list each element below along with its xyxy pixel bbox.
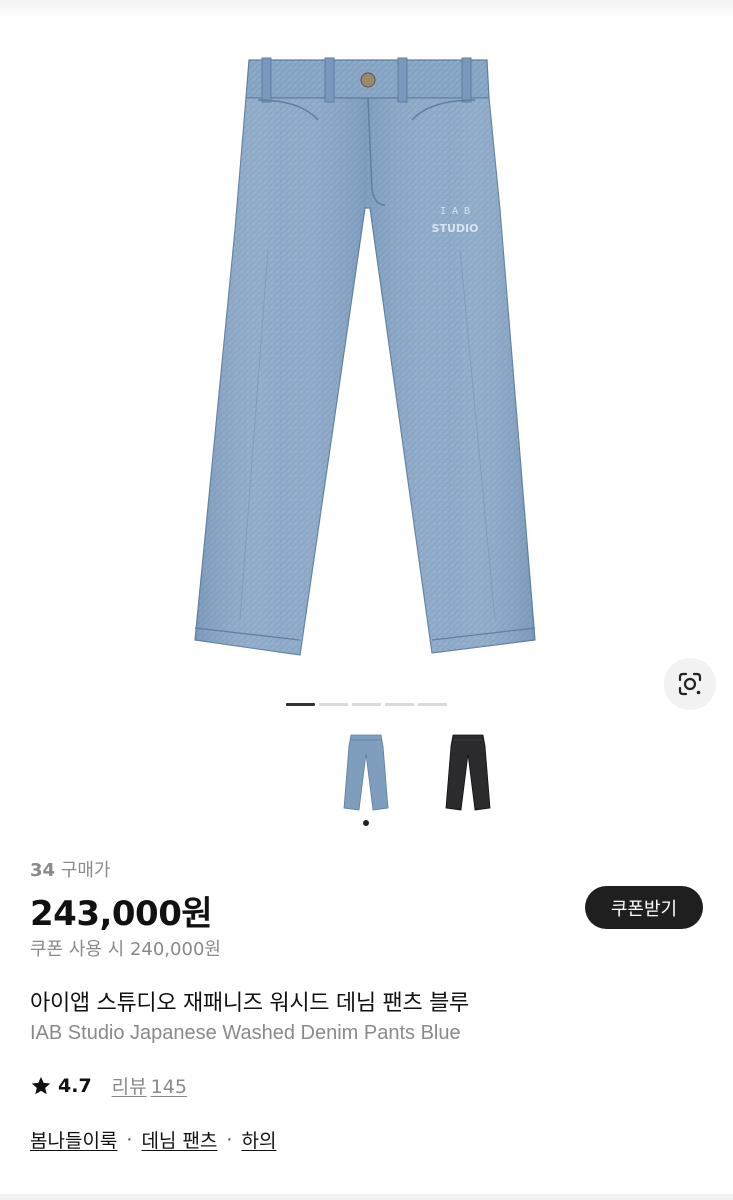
color-variants — [333, 730, 501, 814]
get-coupon-button[interactable]: 쿠폰받기 — [585, 886, 703, 929]
purchase-count: 34 구매가 — [30, 856, 110, 882]
jeans-black-thumbnail — [445, 734, 491, 811]
product-title-korean: 아이앱 스튜디오 재패니즈 워시드 데님 팬츠 블루 — [30, 991, 469, 1016]
variant-black-thumb[interactable] — [435, 730, 501, 814]
product-image-gallery[interactable]: I A B STUDIO — [0, 0, 733, 730]
coupon-price: 쿠폰 사용 시 240,000원 — [30, 939, 221, 960]
breadcrumb-item-spring-look[interactable]: 봄나들이룩 — [30, 1126, 117, 1153]
product-title-english: IAB Studio Japanese Washed Denim Pants B… — [30, 1022, 461, 1044]
pager-dot[interactable] — [418, 703, 447, 706]
review-count: 145 — [150, 1076, 187, 1098]
pager-dot[interactable] — [385, 703, 414, 706]
rating-score: 4.7 — [58, 1074, 92, 1097]
jeans-blue-thumbnail — [343, 734, 389, 811]
purchase-count-number: 34 — [30, 860, 56, 881]
breadcrumb-item-denim-pants[interactable]: 데님 팬츠 — [141, 1126, 217, 1153]
lens-search-button[interactable] — [664, 658, 716, 710]
review-label: 리뷰 — [111, 1076, 147, 1098]
review-link[interactable]: 리뷰 145 — [112, 1072, 187, 1099]
variant-selected-indicator — [363, 820, 369, 826]
star-icon — [31, 1076, 51, 1094]
pager-dot[interactable] — [286, 703, 315, 706]
gallery-pager — [286, 703, 447, 706]
pager-dot[interactable] — [352, 703, 381, 706]
breadcrumb-separator: · — [126, 1128, 133, 1151]
pager-dot[interactable] — [319, 703, 348, 706]
svg-text:I A B: I A B — [440, 206, 470, 217]
variant-blue-thumb[interactable] — [333, 730, 399, 814]
lens-search-icon — [678, 672, 702, 696]
product-price: 243,000원 — [30, 894, 213, 934]
product-jeans-image: I A B STUDIO — [194, 57, 536, 656]
section-divider — [0, 1194, 733, 1200]
breadcrumb-item-bottoms[interactable]: 하의 — [241, 1126, 276, 1153]
category-breadcrumb: 봄나들이룩 · 데님 팬츠 · 하의 — [30, 1126, 276, 1153]
rating-row: 4.7 리뷰 145 — [30, 1072, 187, 1099]
purchase-count-label: 구매가 — [60, 860, 111, 881]
breadcrumb-separator: · — [226, 1128, 233, 1151]
svg-text:STUDIO: STUDIO — [432, 222, 479, 235]
